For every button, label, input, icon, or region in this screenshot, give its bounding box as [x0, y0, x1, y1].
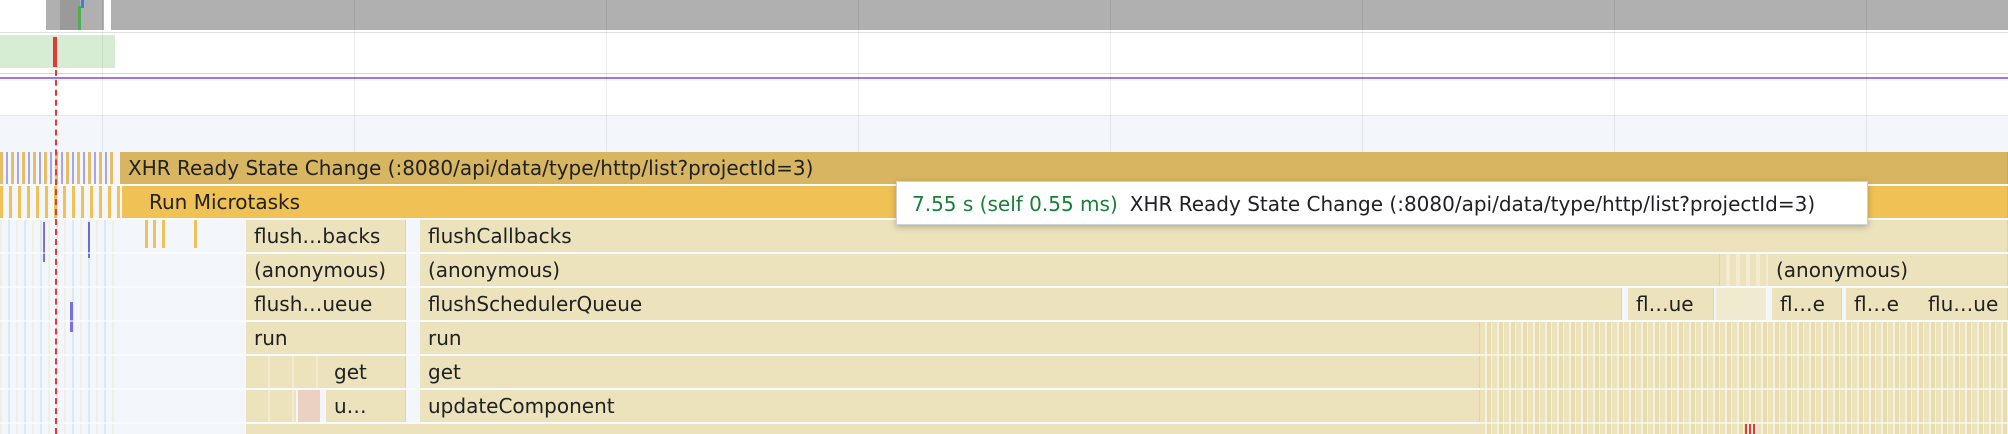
frames-lane — [0, 81, 2008, 116]
cpu-overview-idle — [0, 0, 46, 30]
small-task — [153, 220, 156, 248]
small-task — [298, 390, 320, 422]
cpu-overview-strip — [0, 0, 2008, 30]
small-tasks — [246, 356, 326, 388]
small-tasks-red — [1745, 424, 1757, 434]
flame-bar-flush-scheduler-queue-4[interactable]: fl…e — [1846, 288, 1926, 320]
deep-call-stack-region — [1480, 322, 2008, 434]
row-separator — [0, 320, 2008, 322]
flame-bar-run[interactable]: run — [420, 322, 1480, 354]
small-task — [70, 302, 73, 332]
frames-overview — [0, 35, 115, 68]
row-separator — [0, 286, 2008, 288]
small-task — [162, 220, 165, 248]
overview-divider — [0, 32, 2008, 33]
row-separator — [0, 354, 2008, 356]
flame-bar-flush-scheduler-queue-3[interactable]: fl…e — [1772, 288, 1842, 320]
flame-bar-flush-scheduler-queue-short[interactable]: flush…ueue — [246, 288, 406, 320]
flame-bar-anonymous[interactable]: (anonymous) — [246, 254, 406, 286]
small-task — [145, 220, 148, 248]
flame-bar-get-short[interactable]: get — [326, 356, 406, 388]
timeline-marker-line — [55, 40, 57, 434]
small-tasks — [246, 390, 296, 422]
small-task — [194, 220, 197, 248]
flame-tooltip: 7.55 s (self 0.55 ms) XHR Ready State Cha… — [896, 181, 1868, 225]
flame-bar-flush-callbacks-short[interactable]: flush…backs — [246, 220, 406, 252]
small-tasks — [1716, 288, 1766, 320]
flame-bar-flush-scheduler-queue[interactable]: flushSchedulerQueue — [420, 288, 1622, 320]
flame-bar-update-component-short[interactable]: u… — [326, 390, 406, 422]
row-separator — [0, 252, 2008, 254]
network-overview-line — [0, 77, 2008, 79]
cpu-overview-scripting — [78, 6, 81, 30]
flame-bar-anonymous-right[interactable]: (anonymous) — [1768, 254, 2008, 286]
flame-bar-xhr-ready-state-change[interactable]: XHR Ready State Change (:8080/api/data/t… — [120, 152, 2008, 184]
flame-bar-cutoff — [246, 424, 1480, 434]
tooltip-duration: 7.55 s (self 0.55 ms) — [912, 192, 1118, 216]
timeline-overview[interactable] — [0, 0, 2008, 79]
small-tasks-anon — [1720, 254, 1768, 286]
flame-bar-flush-scheduler-queue-5[interactable]: flu…ue — [1920, 288, 2008, 320]
small-task — [43, 222, 45, 262]
flame-bar-run-short[interactable]: run — [246, 322, 406, 354]
flame-bar-anonymous-main[interactable]: (anonymous) — [420, 254, 1720, 286]
row-separator — [0, 422, 2008, 424]
small-tasks-row-1 — [0, 152, 115, 184]
flame-bar-flush-scheduler-queue-2[interactable]: fl…ue — [1628, 288, 1714, 320]
cpu-overview-idle — [104, 0, 111, 30]
tooltip-event-name: XHR Ready State Change (:8080/api/data/t… — [1129, 192, 1816, 216]
flame-bar-get[interactable]: get — [420, 356, 1480, 388]
small-tasks-row-2 — [0, 186, 120, 218]
cpu-overview-busy — [60, 0, 80, 30]
network-overview-shadow — [0, 73, 2008, 74]
row-separator — [0, 388, 2008, 390]
cpu-overview-loading — [81, 0, 84, 8]
flame-bar-update-component[interactable]: updateComponent — [420, 390, 1480, 422]
